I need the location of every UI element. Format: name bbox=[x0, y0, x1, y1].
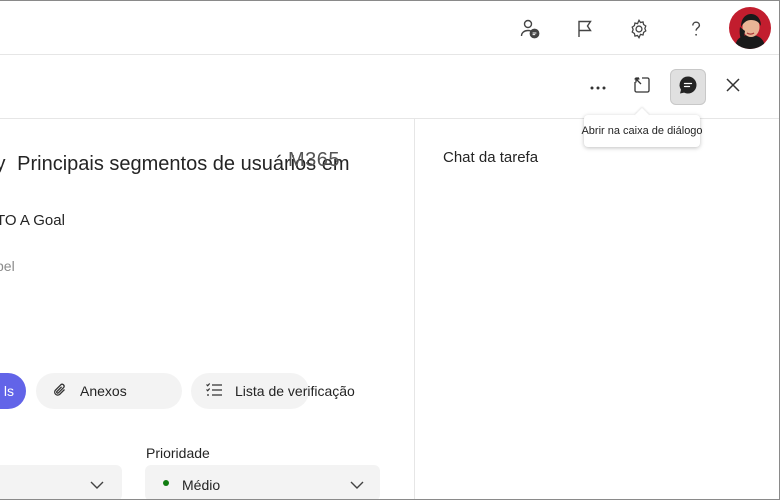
flag-button[interactable] bbox=[567, 11, 603, 47]
more-options-button[interactable] bbox=[580, 69, 616, 105]
task-title-prefix: fy bbox=[0, 153, 6, 175]
close-icon bbox=[725, 77, 741, 98]
help-button[interactable] bbox=[678, 11, 714, 47]
checklist-label: Lista de verificação bbox=[235, 383, 355, 399]
chevron-down-icon bbox=[350, 477, 364, 495]
priority-value: Médio bbox=[182, 477, 221, 493]
chevron-down-icon bbox=[90, 477, 104, 495]
task-chat-pane: Chat da tarefa bbox=[415, 119, 779, 499]
task-toolbar bbox=[0, 55, 779, 119]
purple-action-chip[interactable]: ls bbox=[0, 373, 26, 409]
more-options-icon bbox=[589, 78, 607, 96]
task-title-overlap: M365 bbox=[288, 149, 341, 171]
checklist-icon bbox=[205, 382, 223, 401]
flag-icon bbox=[575, 19, 595, 39]
close-button[interactable] bbox=[715, 69, 751, 105]
paperclip-icon bbox=[52, 382, 68, 401]
priority-dot bbox=[163, 480, 169, 486]
checklist-button[interactable]: Lista de verificação bbox=[191, 373, 355, 409]
avatar[interactable] bbox=[729, 7, 771, 49]
purple-chip-label: ls bbox=[3, 383, 14, 399]
priority-label: Prioridade bbox=[146, 445, 210, 461]
app-window: Abrir na caixa de diálogo fy Principais … bbox=[0, 0, 780, 500]
progress-dropdown[interactable] bbox=[0, 465, 122, 499]
chat-toggle-button[interactable] bbox=[670, 69, 706, 105]
tooltip: Abrir na caixa de diálogo bbox=[581, 115, 703, 147]
attachments-button[interactable]: Anexos bbox=[36, 373, 182, 409]
attachments-label: Anexos bbox=[80, 383, 127, 399]
app-header bbox=[0, 1, 779, 55]
tooltip-text: Abrir na caixa de diálogo bbox=[581, 125, 703, 137]
label-field[interactable]: pel bbox=[0, 258, 15, 274]
priority-dropdown[interactable]: Médio bbox=[145, 465, 380, 499]
person-chat-button[interactable] bbox=[512, 11, 548, 47]
open-dialog-button[interactable] bbox=[624, 69, 660, 105]
settings-gear-icon bbox=[628, 18, 650, 40]
open-dialog-icon bbox=[632, 75, 652, 100]
chat-title: Chat da tarefa bbox=[443, 149, 539, 166]
help-icon bbox=[686, 19, 706, 39]
person-chat-icon bbox=[519, 18, 541, 40]
task-details-pane: fy Principais segmentos de usuários em M… bbox=[0, 119, 415, 499]
bucket-value[interactable]: TO A Goal bbox=[0, 212, 65, 229]
chat-icon bbox=[677, 74, 699, 101]
settings-button[interactable] bbox=[621, 11, 657, 47]
